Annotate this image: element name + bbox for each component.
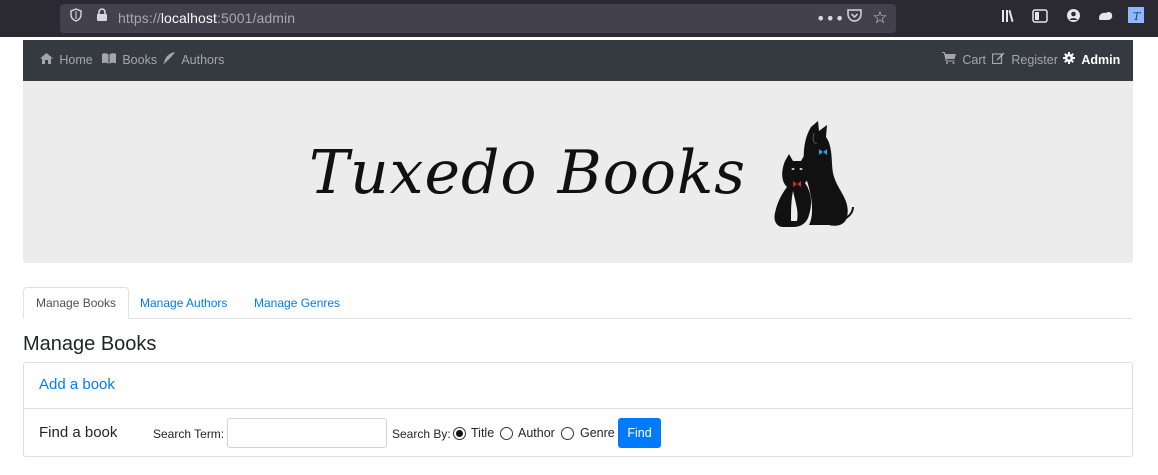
manage-books-panel: Add a book Find a book Search Term: Sear… bbox=[23, 362, 1133, 457]
search-term-label: Search Term: bbox=[153, 427, 225, 441]
browser-toolbar: https://localhost:5001/admin ••• ☆ T bbox=[0, 0, 1158, 37]
nav-authors[interactable]: Authors bbox=[163, 40, 224, 81]
find-book-label: Find a book bbox=[39, 424, 118, 441]
nav-books[interactable]: Books bbox=[102, 40, 157, 81]
book-icon bbox=[102, 53, 119, 67]
tab-manage-books[interactable]: Manage Books bbox=[23, 287, 130, 319]
search-term-input[interactable] bbox=[227, 418, 387, 448]
nav-admin-label: Admin bbox=[1081, 53, 1121, 67]
add-book-row: Add a book bbox=[24, 363, 1132, 409]
more-icon[interactable]: ••• bbox=[816, 4, 844, 33]
home-icon bbox=[40, 53, 56, 67]
tab-icon[interactable]: T bbox=[1126, 7, 1146, 29]
nav-authors-label: Authors bbox=[181, 53, 225, 67]
site-navbar: Home Books Authors Cart Register Admin bbox=[23, 40, 1133, 81]
logo-text: Tuxedo Books bbox=[309, 138, 747, 208]
sidebar-icon[interactable] bbox=[1029, 7, 1051, 29]
admin-tabs: Manage Books Manage Authors Manage Genre… bbox=[23, 287, 1133, 319]
tab-manage-genres[interactable]: Manage Genres bbox=[242, 287, 352, 319]
nav-admin[interactable]: Admin bbox=[1063, 40, 1120, 81]
url-host: localhost bbox=[160, 10, 217, 26]
nav-books-label: Books bbox=[122, 53, 158, 67]
gear-icon bbox=[1063, 52, 1078, 67]
tab-manage-authors[interactable]: Manage Authors bbox=[128, 287, 239, 319]
url-prefix: https:// bbox=[118, 10, 161, 26]
cart-icon bbox=[942, 52, 959, 67]
star-icon[interactable]: ☆ bbox=[870, 4, 890, 33]
account-icon[interactable] bbox=[1062, 7, 1084, 29]
feather-icon bbox=[163, 52, 178, 67]
radio-title[interactable] bbox=[453, 427, 466, 440]
find-button[interactable]: Find bbox=[618, 418, 661, 448]
radio-title-label[interactable]: Title bbox=[471, 426, 494, 440]
nav-cart-label: Cart bbox=[962, 53, 986, 67]
edit-icon bbox=[991, 52, 1008, 67]
nav-home-label: Home bbox=[59, 53, 93, 67]
nav-register-label: Register bbox=[1011, 53, 1058, 67]
url-text[interactable]: https://localhost:5001/admin bbox=[118, 4, 295, 33]
pocket-icon[interactable] bbox=[844, 4, 864, 33]
page-title: Manage Books bbox=[23, 333, 157, 355]
radio-genre[interactable] bbox=[561, 427, 574, 440]
library-icon[interactable] bbox=[998, 7, 1020, 29]
url-path: :5001/admin bbox=[216, 10, 296, 26]
radio-author-label[interactable]: Author bbox=[518, 426, 555, 440]
search-by-label: Search By: bbox=[392, 427, 451, 441]
radio-author[interactable] bbox=[500, 427, 513, 440]
shield-icon[interactable] bbox=[68, 4, 84, 33]
radio-genre-label[interactable]: Genre bbox=[580, 426, 615, 440]
site-banner: Tuxedo Books bbox=[23, 81, 1133, 263]
nav-home[interactable]: Home bbox=[40, 40, 93, 81]
add-book-link[interactable]: Add a book bbox=[39, 376, 115, 393]
address-bar[interactable]: https://localhost:5001/admin ••• ☆ bbox=[60, 4, 896, 33]
nav-cart[interactable]: Cart bbox=[942, 40, 986, 81]
lock-icon[interactable] bbox=[94, 4, 110, 33]
tuxedo-cats-logo-icon bbox=[774, 121, 854, 227]
extension-icon[interactable] bbox=[1094, 7, 1116, 29]
nav-register[interactable]: Register bbox=[991, 40, 1058, 81]
